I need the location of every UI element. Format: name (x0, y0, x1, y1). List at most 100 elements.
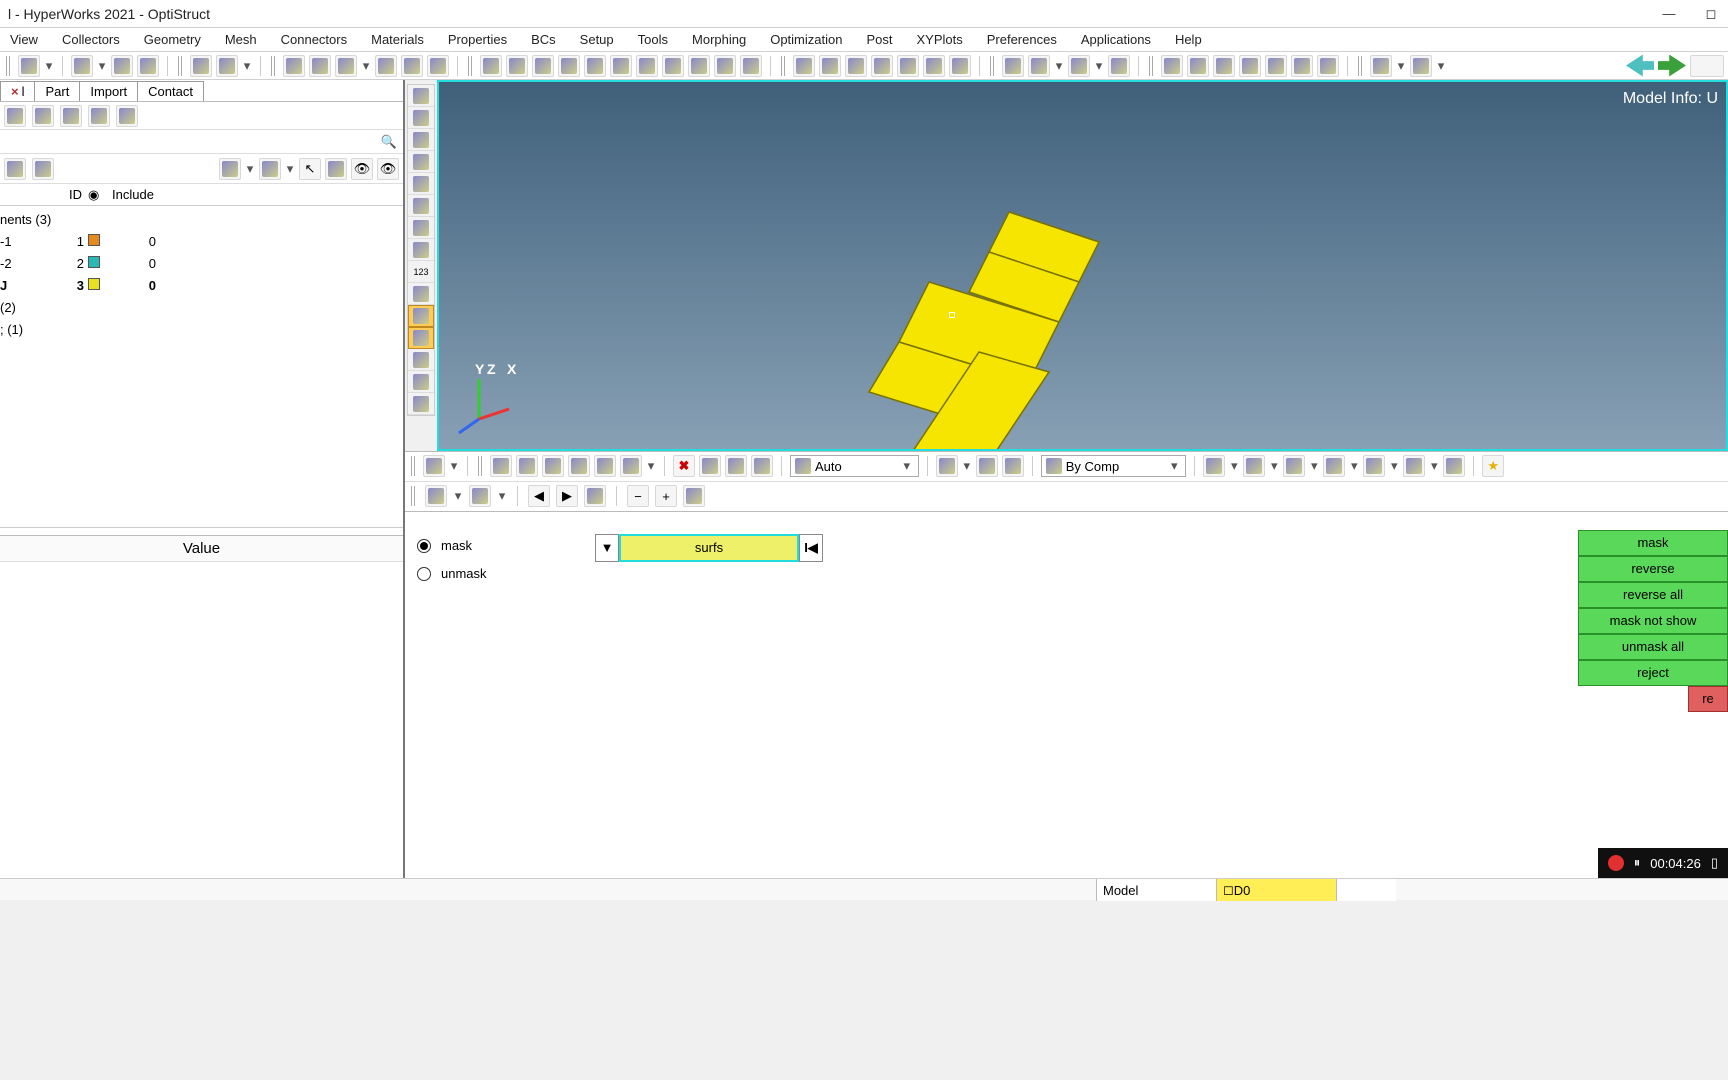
cut-button[interactable] (1108, 55, 1130, 77)
display-button[interactable] (219, 158, 241, 180)
print-button[interactable] (32, 105, 54, 127)
tab-model[interactable]: ×l (0, 81, 35, 101)
vis3-button[interactable] (1002, 455, 1024, 477)
dropdown-icon[interactable]: ▾ (900, 458, 914, 474)
search-input[interactable] (6, 134, 381, 149)
view-restore-button[interactable] (740, 55, 762, 77)
stop-icon[interactable]: ▯ (1711, 855, 1718, 871)
tree-group[interactable]: (2) (0, 296, 403, 318)
page-delete-button[interactable] (309, 55, 331, 77)
component-button[interactable] (216, 55, 238, 77)
dropdown-icon[interactable]: ▾ (1269, 458, 1279, 474)
folder-button[interactable] (325, 158, 347, 180)
selector-field[interactable]: surfs (619, 534, 799, 562)
dropdown-icon[interactable]: ▾ (1229, 458, 1239, 474)
plus-button[interactable]: + (655, 485, 677, 507)
dropdown-icon[interactable]: ▾ (44, 58, 54, 74)
splitter-handle[interactable]: ··· (0, 527, 403, 535)
new-button[interactable] (18, 55, 40, 77)
swap-button[interactable] (375, 55, 397, 77)
action-unmask-all[interactable]: unmask all (1578, 634, 1728, 660)
action-mask[interactable]: mask (1578, 530, 1728, 556)
tree-row[interactable]: J 3 0 (0, 274, 403, 296)
include-button[interactable] (116, 105, 138, 127)
load-button[interactable] (568, 455, 590, 477)
tree-row[interactable]: -1 1 0 (0, 230, 403, 252)
tile4-button[interactable] (1239, 55, 1261, 77)
disp-l-button[interactable] (408, 349, 434, 371)
disp-f-button[interactable] (408, 195, 434, 217)
menu-help[interactable]: Help (1175, 32, 1202, 47)
dropdown-icon[interactable]: ▾ (453, 488, 463, 504)
zoom-button[interactable] (480, 55, 502, 77)
disp-i-button[interactable] (408, 283, 434, 305)
menu-materials[interactable]: Materials (371, 32, 424, 47)
dropdown-icon[interactable]: ▾ (497, 488, 507, 504)
comp-button[interactable] (490, 455, 512, 477)
tree-group[interactable]: ; (1) (0, 318, 403, 340)
mesh3-button[interactable] (1283, 455, 1305, 477)
tab-contact[interactable]: Contact (137, 81, 204, 101)
menu-preferences[interactable]: Preferences (987, 32, 1057, 47)
paste-button[interactable] (1028, 55, 1050, 77)
dropdown-icon[interactable]: ▾ (1349, 458, 1359, 474)
screen-button[interactable] (1443, 455, 1465, 477)
dropdown-icon[interactable]: ▾ (1309, 458, 1319, 474)
action-mask-not-shown[interactable]: mask not show (1578, 608, 1728, 634)
bc-button[interactable] (620, 455, 642, 477)
undo2-button[interactable] (584, 485, 606, 507)
menu-view[interactable]: View (10, 32, 38, 47)
dropdown-icon[interactable]: ▾ (1396, 58, 1406, 74)
copy-button[interactable] (1002, 55, 1024, 77)
menu-morphing[interactable]: Morphing (692, 32, 746, 47)
menu-applications[interactable]: Applications (1081, 32, 1151, 47)
tree-group[interactable]: nents (3) (0, 208, 403, 230)
circle-zoom-button[interactable] (819, 55, 841, 77)
color-button[interactable] (259, 158, 281, 180)
disp-j-button[interactable] (408, 305, 434, 327)
dropdown-icon[interactable]: ▾ (449, 458, 459, 474)
disp-g-button[interactable] (408, 217, 434, 239)
menu-xyplots[interactable]: XYPlots (916, 32, 962, 47)
status-model[interactable]: Model (1096, 879, 1216, 901)
view-iso1-button[interactable] (610, 55, 632, 77)
selector-type-dropdown[interactable]: ▼ (595, 534, 619, 562)
menu-bcs[interactable]: BCs (531, 32, 556, 47)
disp-d-button[interactable] (408, 151, 434, 173)
save-button[interactable] (111, 55, 133, 77)
dropdown-icon[interactable]: ▾ (1167, 458, 1181, 474)
dropdown-icon[interactable]: ▾ (245, 161, 255, 177)
window-zoom-button[interactable] (793, 55, 815, 77)
mat-button[interactable] (542, 455, 564, 477)
view-reverse-button[interactable] (688, 55, 710, 77)
disp-numbers-button[interactable]: 123 (408, 261, 434, 283)
disp-a-button[interactable] (408, 85, 434, 107)
layout-button[interactable] (335, 55, 357, 77)
dropdown-icon[interactable]: ▾ (97, 58, 107, 74)
zoom-in-button[interactable] (845, 55, 867, 77)
view-iso2-button[interactable] (636, 55, 658, 77)
pick1-button[interactable] (425, 485, 447, 507)
dropdown-icon[interactable]: ▾ (1389, 458, 1399, 474)
tile3-button[interactable] (1213, 55, 1235, 77)
visibility-plus-button[interactable]: 👁 (351, 158, 373, 180)
menu-optimization[interactable]: Optimization (770, 32, 842, 47)
mesh4-button[interactable] (1323, 455, 1345, 477)
dropdown-icon[interactable]: ▾ (1429, 458, 1439, 474)
open-button[interactable] (71, 55, 93, 77)
selector-reset-button[interactable]: I◀ (799, 534, 823, 562)
search-icon[interactable]: 🔍 (381, 134, 397, 150)
dropdown-icon[interactable]: ▾ (646, 458, 656, 474)
dropdown-icon[interactable]: ▾ (1054, 58, 1064, 74)
close-icon[interactable]: × (11, 84, 19, 99)
status-right[interactable]: ◻ D0 (1216, 879, 1336, 901)
disp-m-button[interactable] (408, 371, 434, 393)
dropdown-icon[interactable]: ▾ (1436, 58, 1446, 74)
saveas-button[interactable] (137, 55, 159, 77)
tile5-button[interactable] (1265, 55, 1287, 77)
nav-prev-icon[interactable] (1626, 55, 1654, 77)
dropdown-icon[interactable]: ▾ (242, 58, 252, 74)
menu-properties[interactable]: Properties (448, 32, 507, 47)
tab-import[interactable]: Import (79, 81, 138, 101)
delete-button[interactable]: ✖ (673, 455, 695, 477)
